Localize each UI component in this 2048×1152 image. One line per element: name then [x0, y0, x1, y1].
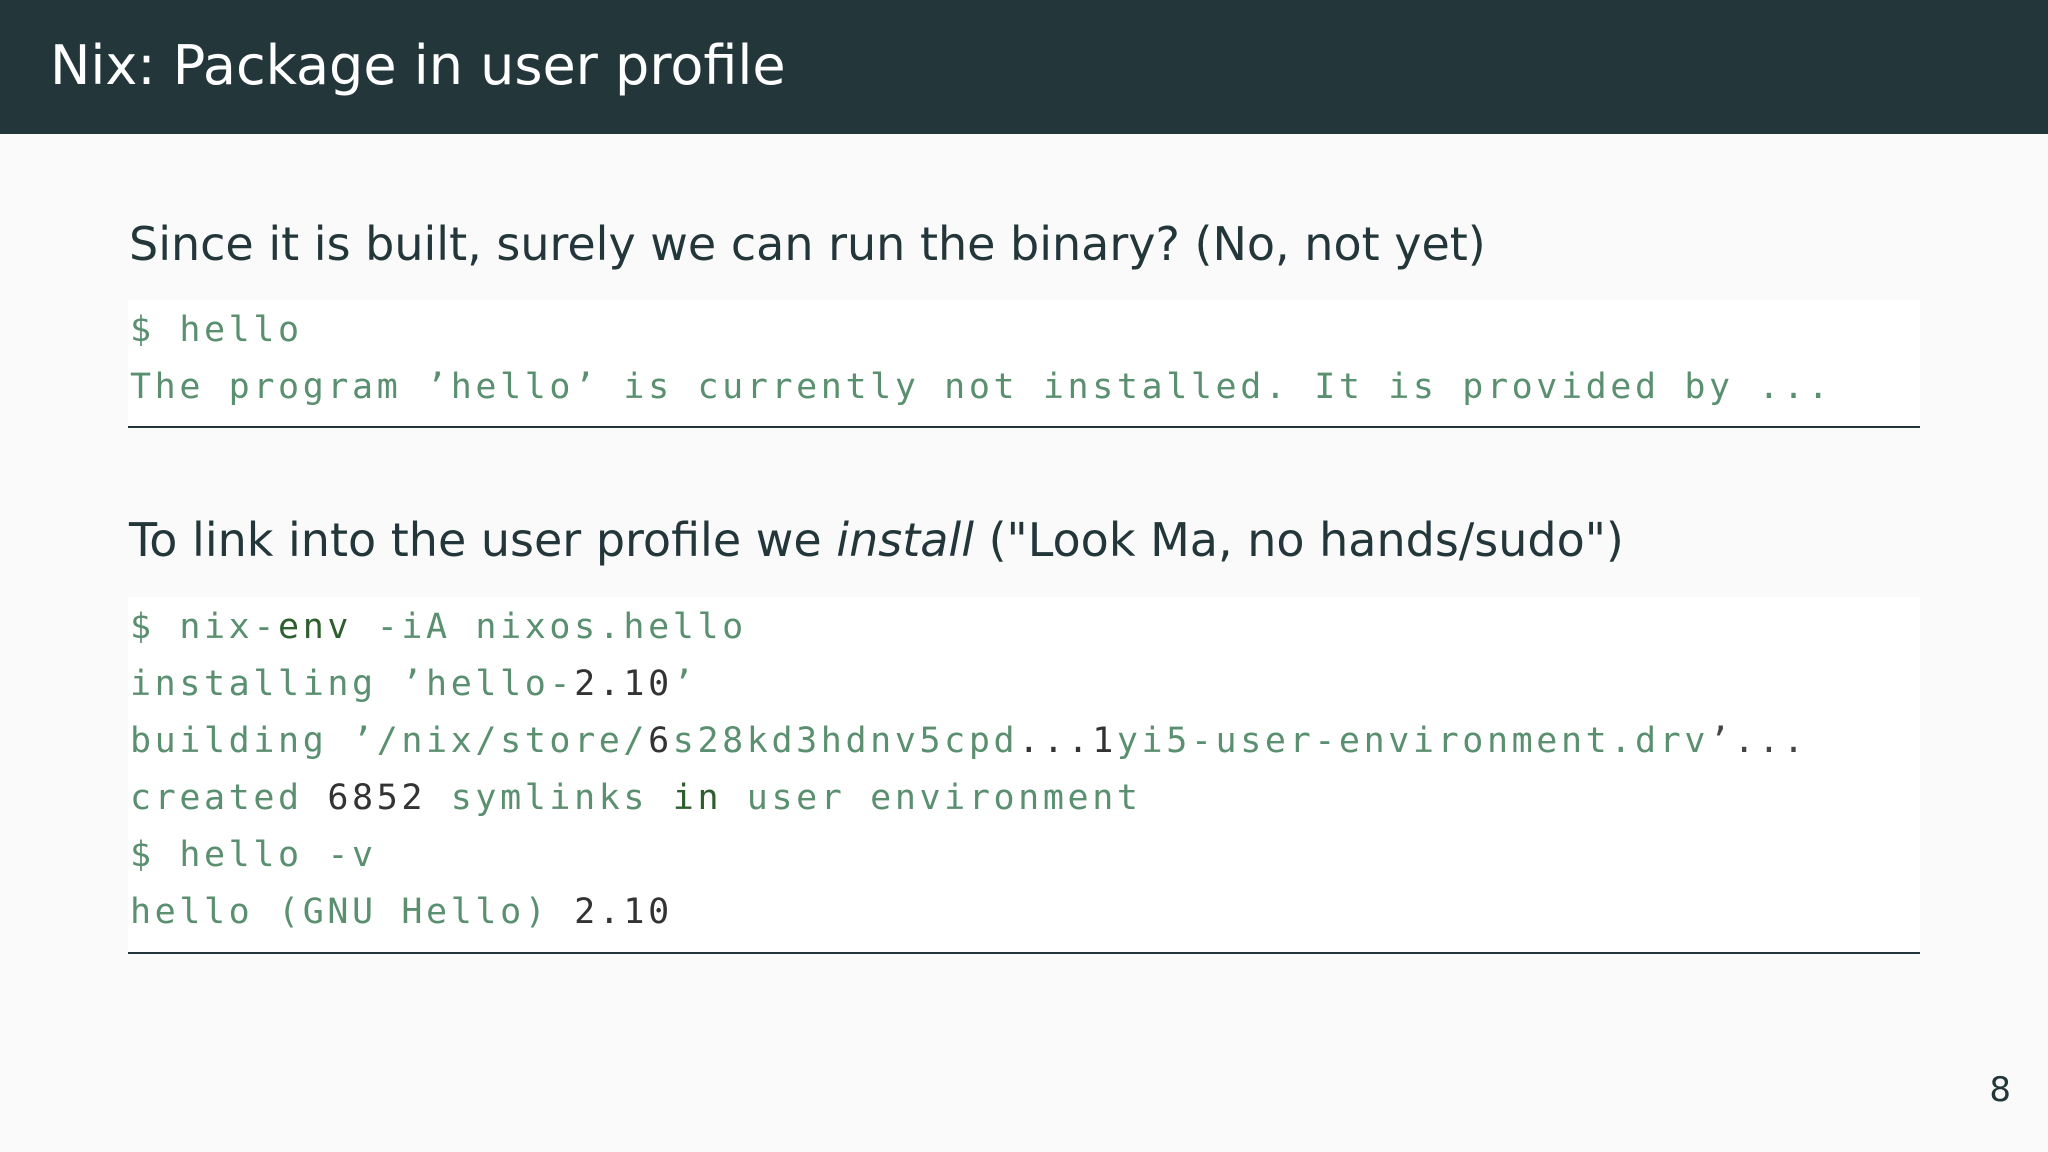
page-number: 8 [1989, 1070, 2011, 1110]
code-token: env [278, 607, 353, 647]
code-line: created 6852 symlinks in user environmen… [130, 773, 1142, 823]
code-line: $ hello -v [130, 835, 377, 875]
code-token: ’... [1709, 721, 1808, 761]
code-line: installing ’hello-2.10’ [130, 659, 697, 709]
code-token: 2.10 [574, 664, 673, 704]
code-token: 6 [648, 721, 673, 761]
title-bar: Nix: Package in user profile [0, 0, 2048, 134]
code-block-run-hello: $ hello The program ’hello’ is currently… [128, 300, 1920, 428]
code-token: building ’/nix/store/ [130, 721, 649, 761]
code-token: installing ’hello- [130, 664, 575, 704]
code-token: hello (GNU Hello) [130, 892, 575, 932]
code-token: 2.10 [574, 892, 673, 932]
code-token: yi5-user-environment.drv [1116, 721, 1709, 761]
code-token: in [672, 778, 723, 818]
code-line: $ nix-env -iA nixos.hello [130, 602, 747, 652]
code-line: $ hello [130, 310, 303, 350]
code-token: created [130, 778, 328, 818]
code-token: -iA nixos.hello [352, 607, 747, 647]
heading-text: To link into the user profile we [129, 513, 837, 567]
code-token: user environment [722, 778, 1142, 818]
code-token: $ nix- [130, 607, 279, 647]
heading-text: ("Look Ma, no hands/sudo") [973, 513, 1624, 567]
code-token: ’ [672, 664, 698, 704]
code-line: The program ’hello’ is currently not ins… [130, 367, 1833, 407]
code-token: symlinks [426, 778, 673, 818]
section-heading-run-binary: Since it is built, surely we can run the… [129, 217, 1486, 271]
heading-emphasis: install [836, 513, 974, 567]
code-token: 6852 [327, 778, 427, 818]
code-token: s28kd3hdnv5cpd [672, 721, 1019, 761]
code-token: ...1 [1018, 721, 1117, 761]
code-block-install: $ nix-env -iA nixos.hello installing ’he… [128, 597, 1920, 954]
slide-title: Nix: Package in user profile [50, 34, 786, 97]
code-line: building ’/nix/store/6s28kd3hdnv5cpd...1… [130, 716, 1808, 766]
code-line: hello (GNU Hello) 2.10 [130, 887, 673, 937]
section-heading-install: To link into the user profile we install… [129, 510, 1624, 570]
